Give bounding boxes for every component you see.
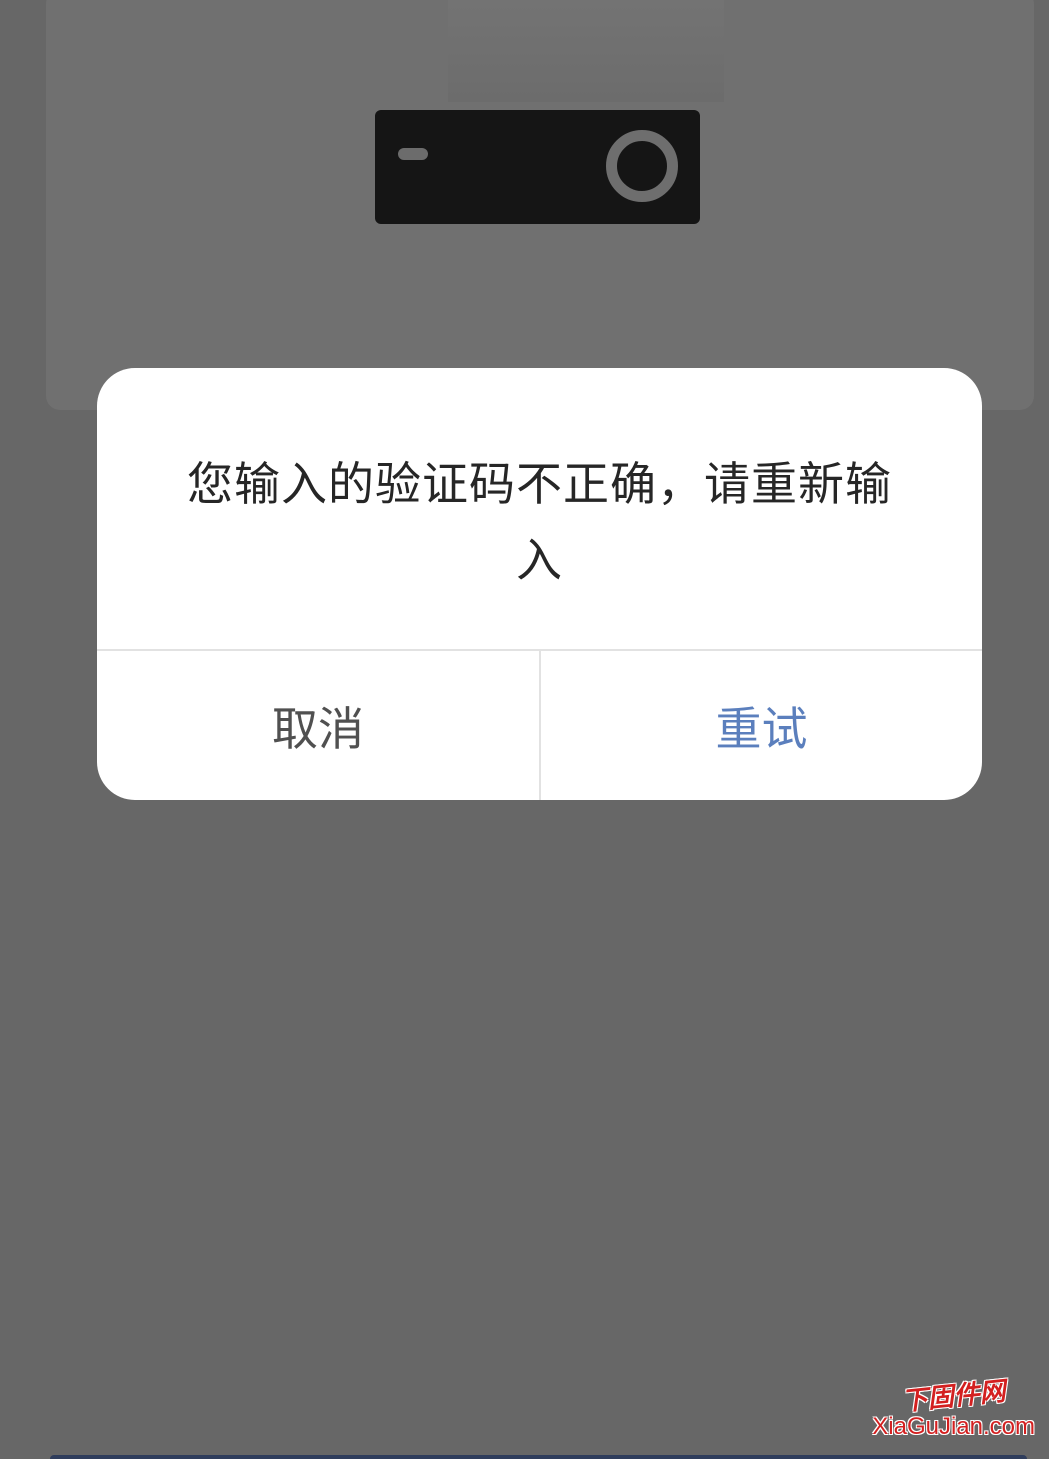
cancel-button[interactable]: 取消 bbox=[97, 651, 539, 800]
watermark: 下固件网 XiaGuJian.com bbox=[872, 1376, 1035, 1441]
camera-device-icon bbox=[375, 110, 700, 224]
error-dialog: 您输入的验证码不正确，请重新输入 取消 重试 bbox=[97, 368, 982, 800]
retry-button[interactable]: 重试 bbox=[541, 651, 982, 800]
camera-lens-icon bbox=[606, 130, 678, 202]
dialog-message: 您输入的验证码不正确，请重新输入 bbox=[187, 457, 892, 587]
device-stand bbox=[448, 0, 724, 102]
indicator-light-icon bbox=[398, 148, 428, 160]
bottom-button-edge bbox=[50, 1455, 1027, 1459]
